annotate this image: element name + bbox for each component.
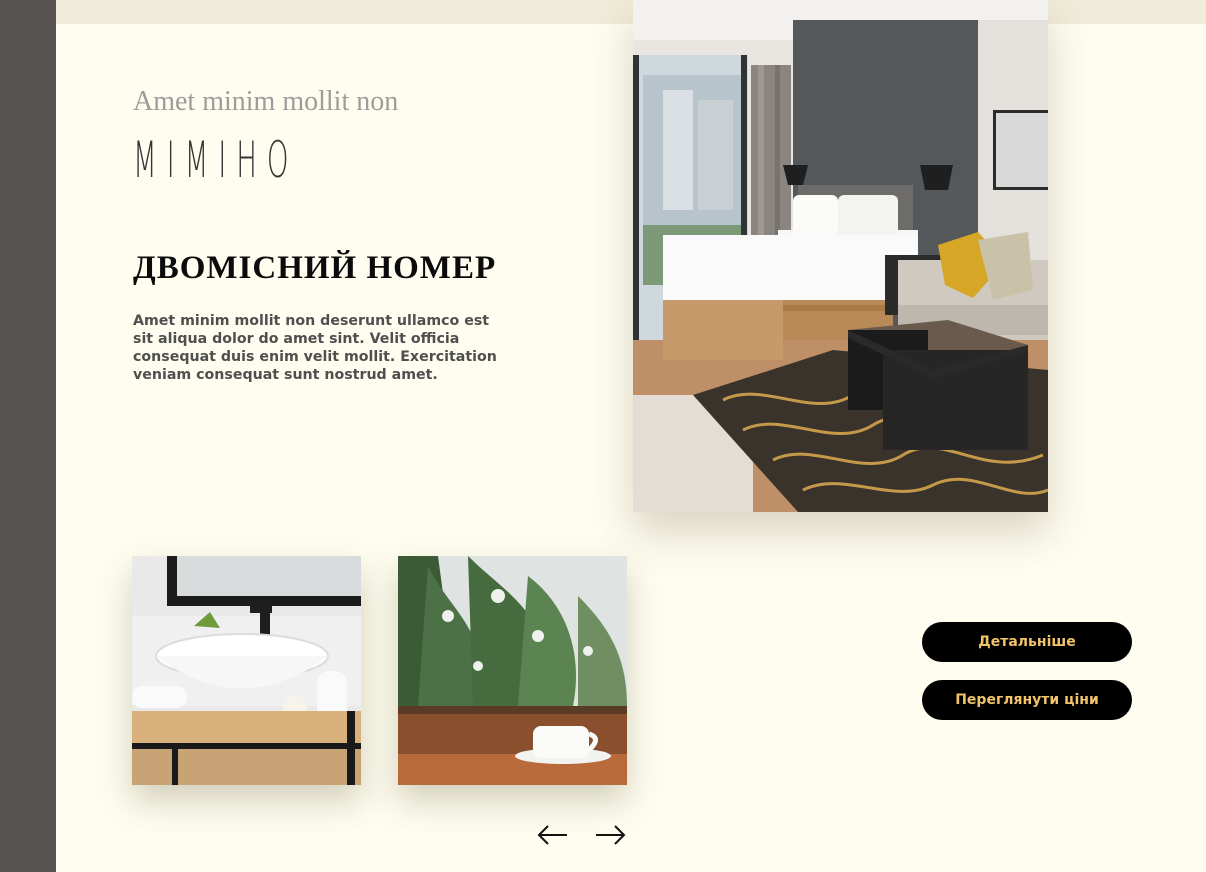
view-prices-button[interactable]: Переглянути ціни (922, 680, 1132, 720)
thumbnail-bathroom[interactable] (132, 556, 361, 785)
hero-room-image (633, 0, 1048, 512)
left-sidebar (0, 0, 56, 872)
brand-logo: MIMIHO (133, 131, 299, 189)
details-button[interactable]: Детальніше (922, 622, 1132, 662)
arrow-right-icon (594, 822, 626, 848)
arrow-left-icon (537, 822, 569, 848)
room-description: Amet minim mollit non deserunt ullamco e… (133, 313, 497, 383)
room-title: ДВОМІСНИЙ НОМЕР (133, 250, 497, 286)
thumbnail-winter-coffee[interactable] (398, 556, 627, 785)
tagline: Amet minim mollit non (133, 86, 399, 117)
carousel-prev-button[interactable] (537, 822, 569, 848)
carousel-next-button[interactable] (594, 822, 626, 848)
